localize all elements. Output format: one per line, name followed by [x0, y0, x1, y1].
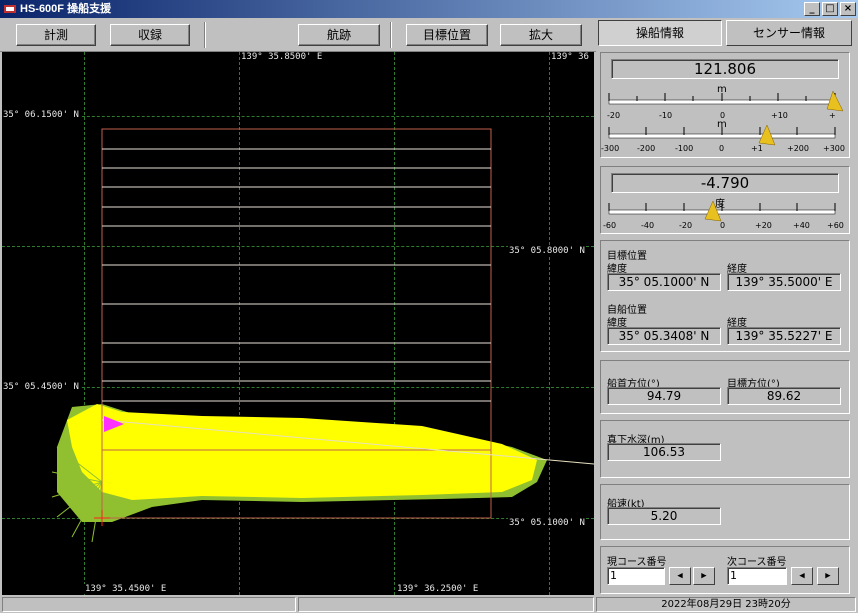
current-course-label: 現コース番号: [607, 557, 667, 568]
offset-scale-coarse: [608, 125, 836, 146]
track-button[interactable]: 航跡: [298, 24, 380, 46]
record-button[interactable]: 収録: [110, 24, 190, 46]
survey-lines: [102, 148, 491, 402]
window-title: HS-600F 操船支援: [20, 3, 112, 15]
current-course-next-button[interactable]: ▶: [693, 567, 715, 585]
target-position-button[interactable]: 目標位置: [406, 24, 488, 46]
next-course-label: 次コース番号: [727, 557, 787, 568]
speed-section: 船速(kt) 5.20: [600, 484, 850, 540]
status-bar: 2022年08月29日 23時20分: [0, 596, 858, 613]
current-course-input[interactable]: 1: [607, 567, 665, 585]
measure-button[interactable]: 計測: [16, 24, 96, 46]
arrow-right-icon: ▶: [701, 571, 707, 581]
status-pane: [298, 597, 594, 612]
lon-label-top: 139° 36: [550, 52, 590, 62]
heading-section: 船首方位(°) 目標方位(°) 94.79 89.62: [600, 360, 850, 414]
target-lon-value: 139° 35.5000' E: [727, 273, 841, 291]
own-lon-value: 139° 35.5227' E: [727, 327, 841, 345]
scale-tick: 0: [719, 144, 725, 153]
target-bearing-value: 89.62: [727, 387, 841, 405]
scale-tick: -20: [679, 221, 693, 230]
lat-label: 35° 06.1500' N: [2, 110, 80, 120]
title-bar: HS-600F 操船支援 _ □ ×: [0, 0, 858, 18]
scale-tick: -20: [607, 111, 621, 120]
close-button[interactable]: ×: [840, 2, 856, 16]
scale-tick: +300: [823, 144, 845, 153]
scale-tick: +: [829, 111, 836, 120]
toolbar-separator: [204, 22, 206, 48]
arrow-left-icon: ◀: [799, 571, 805, 581]
minimize-button[interactable]: _: [804, 2, 820, 16]
info-panel: 操船情報 センサー情報 121.806 m -20 -10 0 +10 + m: [596, 18, 858, 596]
target-lat-value: 35° 05.1000' N: [607, 273, 721, 291]
status-pane: [2, 597, 296, 612]
next-course-prev-button[interactable]: ◀: [791, 567, 813, 585]
toolbar-separator: [390, 22, 392, 48]
status-datetime: 2022年08月29日 23時20分: [596, 597, 856, 612]
scale-tick: +40: [793, 221, 810, 230]
position-section: 目標位置 緯度 経度 35° 05.1000' N 139° 35.5000' …: [600, 240, 850, 352]
zoom-button[interactable]: 拡大: [500, 24, 582, 46]
tab-ship-info[interactable]: 操船情報: [598, 20, 722, 46]
lat-label: 35° 05.8000' N: [508, 246, 586, 256]
maximize-button[interactable]: □: [822, 2, 838, 16]
scale-tick: +60: [827, 221, 844, 230]
lon-label-bottom: 139° 36.2500' E: [396, 584, 480, 594]
lat-label: 35° 05.4500' N: [2, 382, 80, 392]
scale-tick: -100: [675, 144, 694, 153]
coverage-swath: [67, 404, 537, 500]
depth-section: 真下水深(m) 106.53: [600, 420, 850, 478]
scale-tick: +20: [755, 221, 772, 230]
scale-tick: +200: [787, 144, 809, 153]
scale-tick: +10: [771, 111, 788, 120]
app-icon: [4, 5, 16, 13]
lon-label-top: 139° 35.8500' E: [240, 52, 324, 62]
speed-value: 5.20: [607, 507, 721, 525]
scale-tick: +1: [751, 144, 763, 153]
scale-tick: -60: [603, 221, 617, 230]
chart-map-view[interactable]: 139° 35.8500' E 139° 36 35° 06.1500' N 3…: [2, 52, 594, 595]
next-course-next-button[interactable]: ▶: [817, 567, 839, 585]
angle-value: -4.790: [611, 173, 839, 193]
lat-label: 35° 05.1000' N: [508, 518, 586, 528]
current-course-prev-button[interactable]: ◀: [669, 567, 691, 585]
arrow-right-icon: ▶: [825, 571, 831, 581]
heading-value: 94.79: [607, 387, 721, 405]
offset-section: 121.806 m -20 -10 0 +10 + m -300 -200 -1…: [600, 52, 850, 158]
scale-tick: -300: [601, 144, 620, 153]
course-section: 現コース番号 次コース番号 1 ◀ ▶ 1 ◀ ▶: [600, 546, 850, 594]
tab-sensor-info[interactable]: センサー情報: [726, 20, 852, 46]
scale-tick: -10: [659, 111, 673, 120]
survey-overlay: [51, 128, 594, 543]
scale-tick: -200: [637, 144, 656, 153]
next-course-input[interactable]: 1: [727, 567, 787, 585]
toolbar: 計測 収録 航跡 目標位置 拡大: [0, 18, 596, 52]
scale-tick: -40: [641, 221, 655, 230]
own-lat-value: 35° 05.3408' N: [607, 327, 721, 345]
scale-tick: 0: [720, 221, 726, 230]
depth-value: 106.53: [607, 443, 721, 461]
angle-section: -4.790 度 -60 -40 -20 0 +20 +40 +60: [600, 166, 850, 234]
arrow-left-icon: ◀: [677, 571, 683, 581]
lon-label-bottom: 139° 35.4500' E: [84, 584, 168, 594]
offset-value: 121.806: [611, 59, 839, 79]
